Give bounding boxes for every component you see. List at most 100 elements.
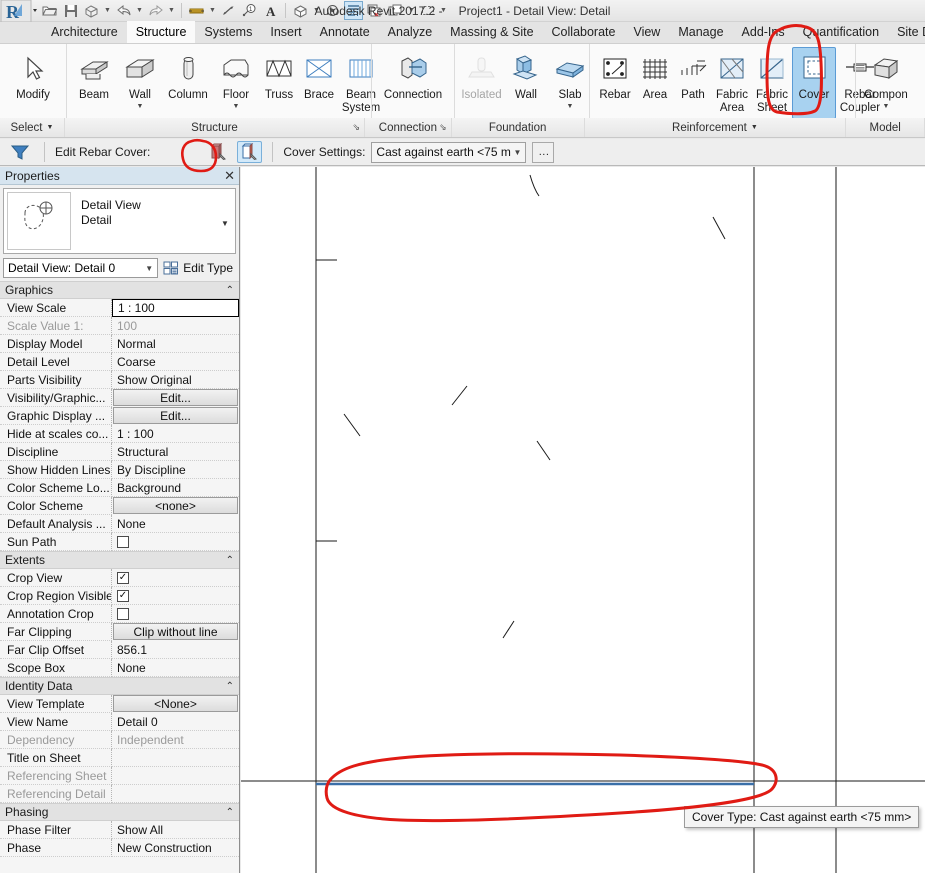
thin-lines-icon[interactable] — [344, 1, 363, 20]
property-value — [112, 533, 239, 551]
measure-dropdown-icon[interactable]: ▼ — [208, 1, 217, 20]
default-3d-view-icon[interactable] — [291, 1, 310, 20]
property-value: None — [112, 515, 239, 533]
beam-button[interactable]: Beam — [71, 47, 117, 119]
property-row: View Template <None> — [0, 695, 239, 713]
view-dropdown-icon[interactable]: ▼ — [312, 1, 321, 20]
chevron-down-icon[interactable]: ▼ — [137, 103, 144, 110]
pick-individual-faces-button[interactable] — [206, 141, 231, 163]
panel-dropdown-icon[interactable]: ▼ — [751, 124, 758, 131]
button-label: Cover — [798, 89, 830, 101]
ribbon-tab-collaborate[interactable]: Collaborate — [543, 21, 625, 43]
path-button[interactable]: Path — [674, 47, 712, 119]
property-label: Scale Value 1: — [0, 317, 112, 335]
ribbon-tab-structure[interactable]: Structure — [126, 21, 196, 43]
modify-button[interactable]: Modify — [4, 47, 62, 119]
close-icon[interactable]: ✕ — [224, 169, 235, 182]
ribbon-tab-quantification[interactable]: Quantification — [794, 21, 888, 43]
fabric-area-button[interactable]: Fabric Area — [712, 47, 752, 119]
redo-icon[interactable] — [146, 1, 165, 20]
ribbon-tab-architecture[interactable]: Architecture — [42, 21, 127, 43]
checkbox[interactable] — [117, 607, 129, 620]
brace-button[interactable]: Brace — [299, 47, 339, 119]
rebar-button[interactable]: Rebar — [594, 47, 636, 119]
floor-button[interactable]: Floor ▼ — [213, 47, 259, 119]
property-value-button[interactable]: Edit... — [113, 389, 238, 406]
collapse-icon[interactable]: ⌃ — [226, 555, 234, 566]
wall-button[interactable]: Wall — [504, 47, 548, 119]
fabric-sheet-button[interactable]: Fabric Sheet — [752, 47, 792, 119]
ribbon-tab-massing-site[interactable]: Massing & Site — [441, 21, 542, 43]
property-value-button[interactable]: Edit... — [113, 407, 238, 424]
edit-type-button[interactable]: Edit Type — [163, 261, 236, 275]
save-as-icon[interactable] — [82, 1, 101, 20]
button-label: Rebar — [599, 89, 631, 101]
dialog-launcher-icon[interactable]: ⇘ — [439, 122, 447, 133]
property-group-extents[interactable]: Extents ⌃ — [0, 551, 239, 569]
qat-overflow-icon[interactable]: ▼ — [439, 1, 448, 20]
open-icon[interactable] — [40, 1, 59, 20]
pick-element-button[interactable] — [237, 141, 263, 163]
instance-selector-dropdown[interactable]: Detail View: Detail 0 ▼ — [3, 258, 159, 278]
truss-button[interactable]: Truss — [259, 47, 299, 119]
panel-title-select: Select ▼ — [0, 118, 65, 137]
save-as-dropdown-icon[interactable]: ▼ — [103, 1, 112, 20]
property-value-button[interactable]: Clip without line — [113, 623, 238, 640]
tag-icon[interactable]: 1 — [240, 1, 259, 20]
drawing-canvas[interactable] — [241, 167, 925, 873]
compon-button[interactable]: Compon ▼ — [860, 47, 912, 119]
collapse-icon[interactable]: ⌃ — [226, 285, 234, 296]
collapse-icon[interactable]: ⌃ — [226, 807, 234, 818]
area-button[interactable]: Area — [636, 47, 674, 119]
switch-windows-icon[interactable] — [386, 1, 405, 20]
switch-windows-dropdown-icon[interactable]: ▼ — [407, 1, 416, 20]
property-group-identity-data[interactable]: Identity Data ⌃ — [0, 677, 239, 695]
close-hidden-windows-icon[interactable] — [365, 1, 384, 20]
ribbon-tab-add-ins[interactable]: Add-Ins — [733, 21, 794, 43]
cover-settings-dropdown[interactable]: Cast against earth <75 m ▼ — [371, 141, 527, 163]
ribbon-tab-view[interactable]: View — [624, 21, 669, 43]
checkbox[interactable]: ✓ — [117, 571, 129, 584]
panel-title-label: Connection — [378, 121, 437, 134]
property-value-button[interactable]: <none> — [113, 497, 238, 514]
ribbon-tab-systems[interactable]: Systems — [195, 21, 261, 43]
filter-icon[interactable] — [6, 142, 34, 163]
property-group-phasing[interactable]: Phasing ⌃ — [0, 803, 239, 821]
ribbon-tab-insert[interactable]: Insert — [261, 21, 310, 43]
ribbon-tab-manage[interactable]: Manage — [669, 21, 732, 43]
type-selector[interactable]: Detail View Detail ▼ — [3, 188, 236, 254]
ribbon-tab-annotate[interactable]: Annotate — [311, 21, 379, 43]
column-button[interactable]: Column — [163, 47, 213, 119]
chevron-down-icon[interactable]: ▼ — [567, 103, 574, 110]
save-icon[interactable] — [61, 1, 80, 20]
cover-settings-more-button[interactable]: ... — [532, 141, 555, 163]
section-icon[interactable] — [323, 1, 342, 20]
slab-button[interactable]: Slab ▼ — [548, 47, 592, 119]
redo-dropdown-icon[interactable]: ▼ — [167, 1, 176, 20]
property-group-graphics[interactable]: Graphics ⌃ — [0, 281, 239, 299]
panel-title-model: Model — [846, 118, 925, 137]
revit-application-menu-button[interactable]: R — [0, 0, 38, 22]
checkbox[interactable]: ✓ — [117, 589, 129, 602]
undo-dropdown-icon[interactable]: ▼ — [135, 1, 144, 20]
customize-qat-icon[interactable] — [418, 1, 437, 20]
ribbon-tab-site-d[interactable]: Site D — [888, 21, 925, 43]
property-value-button[interactable]: <None> — [113, 695, 238, 712]
button-label: Fabric Area — [716, 89, 748, 114]
undo-icon[interactable] — [114, 1, 133, 20]
aligned-dimension-icon[interactable] — [219, 1, 238, 20]
connection-button[interactable]: Connection — [376, 47, 450, 119]
wall-button[interactable]: Wall ▼ — [117, 47, 163, 119]
text-icon[interactable]: A — [261, 1, 280, 20]
measure-icon[interactable] — [187, 1, 206, 20]
checkbox[interactable] — [117, 535, 129, 548]
chevron-down-icon[interactable]: ▼ — [883, 103, 890, 110]
ribbon-tab-analyze[interactable]: Analyze — [379, 21, 441, 43]
property-value[interactable]: 1 : 100 — [112, 299, 239, 317]
panel-dropdown-icon[interactable]: ▼ — [46, 124, 53, 131]
cover-button[interactable]: Cover — [792, 47, 836, 119]
chevron-down-icon[interactable]: ▼ — [233, 103, 240, 110]
dialog-launcher-icon[interactable]: ⇘ — [353, 122, 361, 133]
type-selector-chevron-icon[interactable]: ▼ — [218, 192, 232, 250]
collapse-icon[interactable]: ⌃ — [226, 681, 234, 692]
